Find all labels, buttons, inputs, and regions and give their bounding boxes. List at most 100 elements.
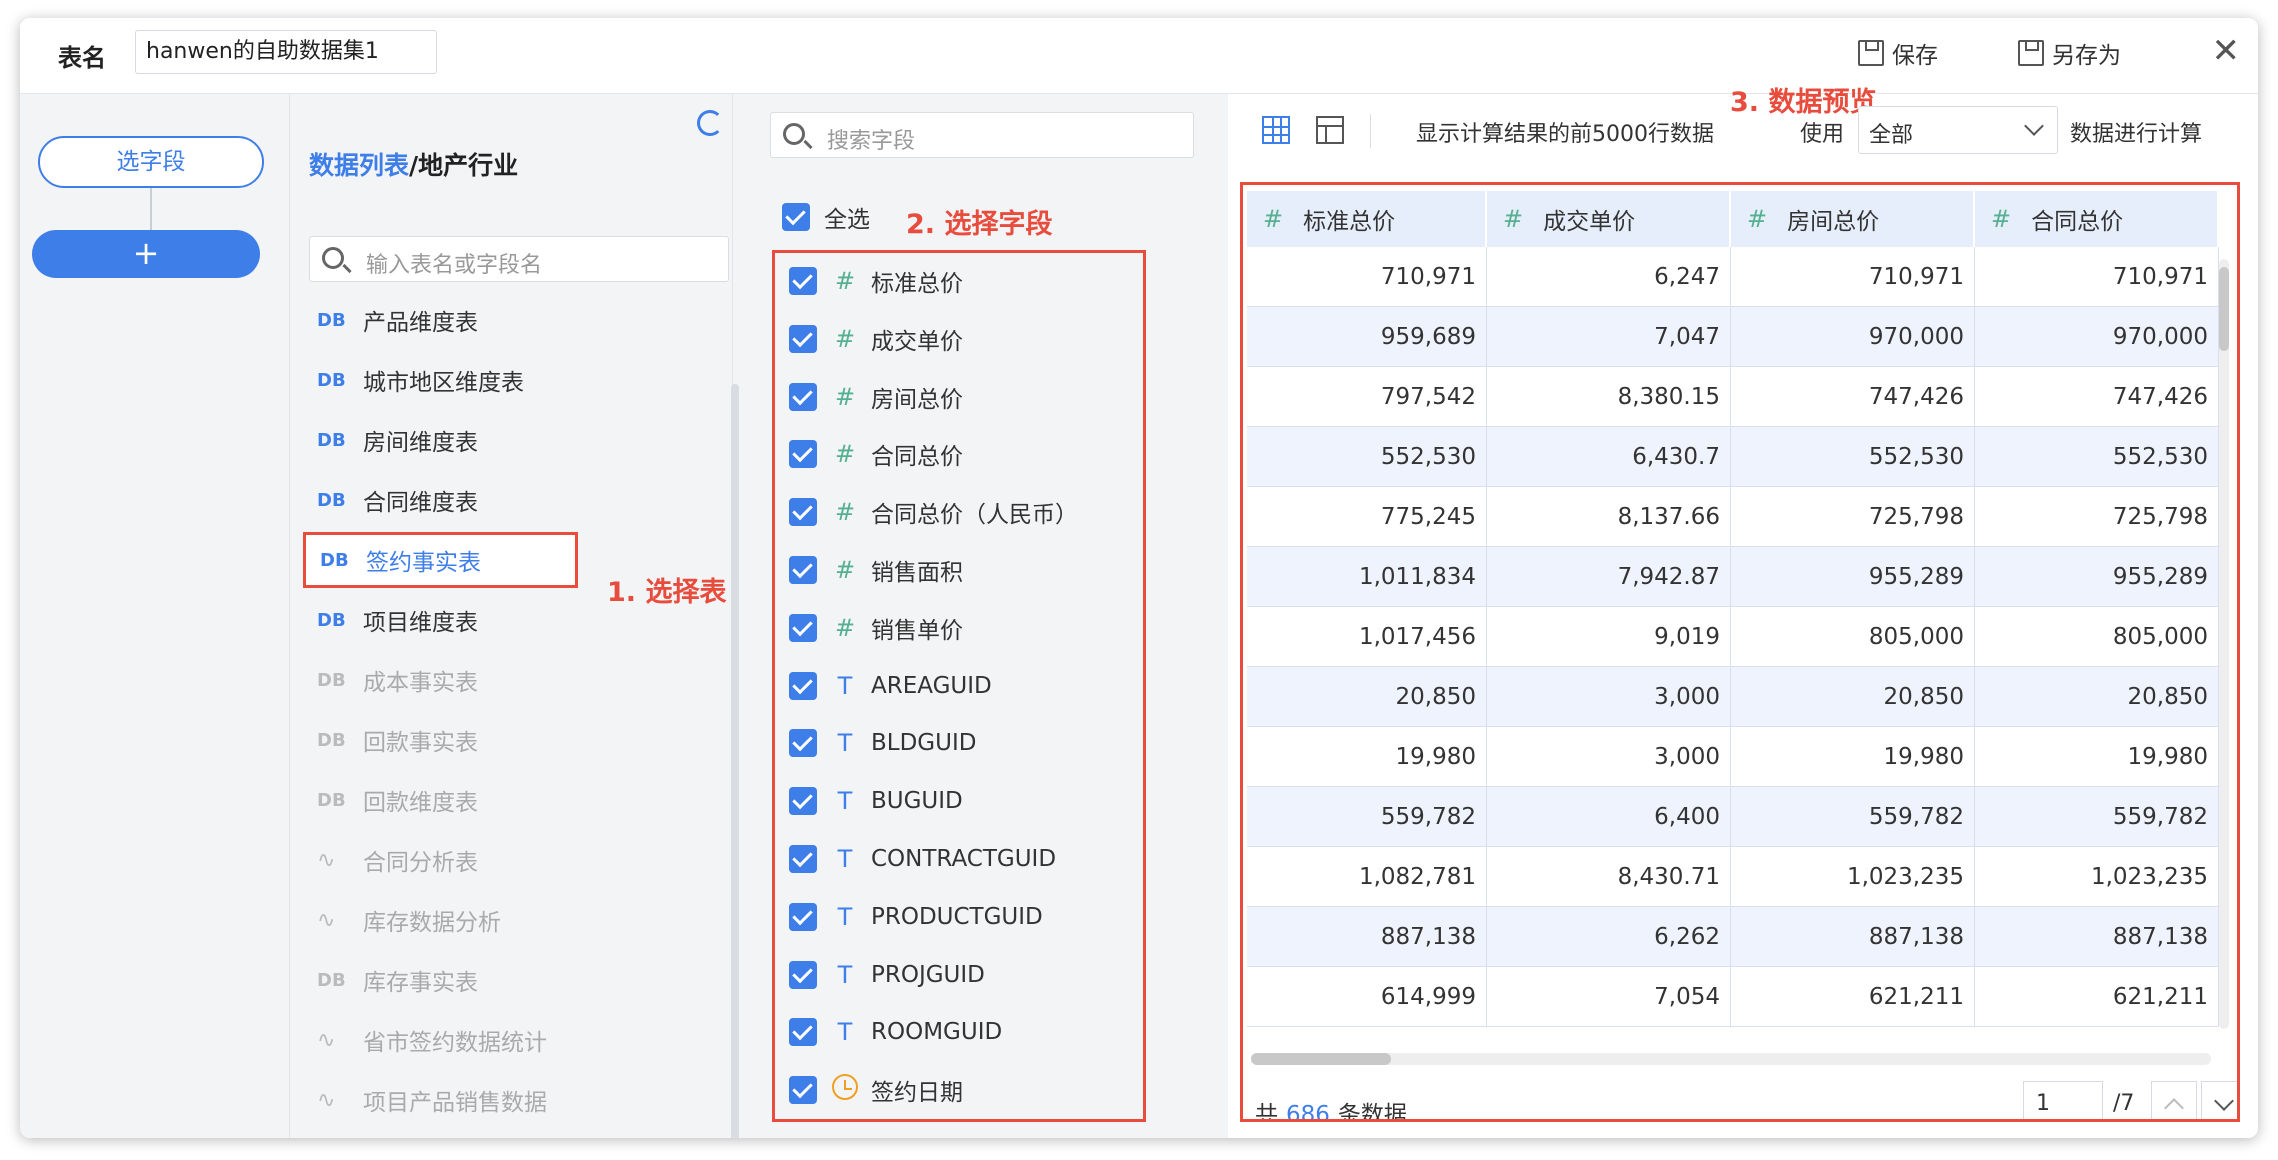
- select-all-checkbox[interactable]: 全选: [782, 200, 870, 234]
- table-item[interactable]: ∿ 合同分析表: [303, 830, 707, 890]
- table-item[interactable]: DB 城市地区维度表: [303, 350, 707, 410]
- field-label: 合同总价: [871, 444, 963, 471]
- number-type-icon: #: [834, 613, 856, 642]
- field-item[interactable]: T AREAGUID: [789, 666, 992, 706]
- field-item[interactable]: T BLDGUID: [789, 723, 976, 763]
- checkbox-checked[interactable]: [789, 1076, 817, 1105]
- database-icon: DB: [320, 549, 349, 571]
- checkbox-checked[interactable]: [789, 267, 817, 295]
- field-label: 销售单价: [871, 617, 963, 644]
- checkbox-checked[interactable]: [789, 729, 817, 758]
- add-step-button[interactable]: +: [32, 230, 260, 278]
- table-view-icon[interactable]: [1262, 116, 1290, 144]
- field-item[interactable]: # 合同总价: [789, 434, 963, 474]
- table-item[interactable]: DB 回款维度表: [303, 770, 707, 830]
- field-label: PRODUCTGUID: [871, 903, 1043, 930]
- checkbox-checked[interactable]: [789, 845, 817, 873]
- step-select-field-button[interactable]: 选字段: [38, 136, 264, 188]
- field-item[interactable]: # 合同总价（人民币）: [789, 492, 1078, 532]
- field-item[interactable]: # 成交单价: [789, 319, 963, 359]
- table-name-input[interactable]: hanwen的自助数据集1: [135, 30, 437, 74]
- checkbox-checked[interactable]: [782, 203, 810, 231]
- checkbox-checked[interactable]: [789, 1018, 817, 1047]
- next-page-button[interactable]: [2201, 1081, 2237, 1119]
- save-as-icon: [2018, 40, 2044, 66]
- number-type-icon: #: [834, 440, 856, 469]
- checkbox-checked[interactable]: [789, 556, 817, 584]
- table-item-label: 项目维度表: [363, 610, 478, 636]
- record-count-value: 686: [1286, 1102, 1330, 1122]
- column-header[interactable]: # 合同总价: [1975, 191, 2219, 247]
- close-icon[interactable]: ✕: [2212, 34, 2241, 68]
- field-item[interactable]: # 销售单价: [789, 608, 963, 648]
- calc-scope-select[interactable]: 全部: [1858, 106, 2058, 154]
- checkbox-checked[interactable]: [789, 902, 817, 931]
- column-header[interactable]: # 标准总价: [1247, 191, 1487, 247]
- checkbox-checked[interactable]: [789, 613, 817, 642]
- table-item[interactable]: DB 库存事实表: [303, 950, 707, 1010]
- toolbar-divider: [1370, 114, 1371, 148]
- tables-scrollbar[interactable]: [731, 384, 739, 1138]
- field-item[interactable]: T PRODUCTGUID: [789, 897, 1043, 937]
- checkbox-checked[interactable]: [789, 787, 817, 816]
- column-header[interactable]: # 成交单价: [1487, 191, 1731, 247]
- table-row: 19,980 3,000 19,980 19,980: [1247, 727, 2227, 787]
- table-item[interactable]: DB 回款事实表: [303, 710, 707, 770]
- preview-horizontal-scrollbar[interactable]: [1251, 1053, 2211, 1065]
- checkbox-checked[interactable]: [789, 440, 817, 469]
- number-type-icon: #: [1503, 205, 1524, 233]
- table-item[interactable]: DB 合同维度表: [303, 470, 707, 530]
- tables-title-link[interactable]: 数据列表: [309, 151, 409, 180]
- column-header[interactable]: # 房间总价: [1731, 191, 1975, 247]
- checkbox-checked[interactable]: [789, 324, 817, 353]
- field-item[interactable]: T CONTRACTGUID: [789, 839, 1056, 879]
- table-cell: 887,138: [1247, 907, 1487, 967]
- table-cell: 559,782: [1731, 787, 1975, 847]
- table-cell: 725,798: [1975, 487, 2219, 547]
- table-item[interactable]: DB 产品维度表: [303, 290, 707, 350]
- field-item[interactable]: T BUGUID: [789, 781, 963, 821]
- table-item[interactable]: DB 房间维度表: [303, 410, 707, 470]
- table-search-input[interactable]: 输入表名或字段名: [309, 236, 729, 282]
- field-item[interactable]: T PROJGUID: [789, 955, 985, 995]
- field-item[interactable]: # 房间总价: [789, 377, 963, 417]
- page-number-input[interactable]: 1: [2023, 1081, 2103, 1119]
- checkbox-checked[interactable]: [789, 382, 817, 411]
- table-cell: 19,980: [1731, 727, 1975, 787]
- field-item[interactable]: # 销售面积: [789, 550, 963, 590]
- save-button[interactable]: 保存: [1858, 36, 1938, 70]
- number-type-icon: #: [834, 382, 856, 411]
- scrollbar-thumb[interactable]: [1251, 1053, 1391, 1065]
- checkbox-checked[interactable]: [789, 671, 817, 700]
- number-type-icon: #: [834, 498, 856, 527]
- layout-view-icon[interactable]: [1316, 116, 1344, 144]
- prev-page-button[interactable]: [2151, 1081, 2197, 1119]
- table-cell: 887,138: [1731, 907, 1975, 967]
- save-as-button[interactable]: 另存为: [2018, 36, 2121, 70]
- table-item[interactable]: DB 签约事实表: [303, 532, 578, 588]
- table-item[interactable]: ∿ 省市签约数据统计: [303, 1010, 707, 1070]
- field-item[interactable]: 签约日期: [789, 1070, 963, 1110]
- checkbox-checked[interactable]: [789, 960, 817, 989]
- table-item[interactable]: DB 成本事实表: [303, 650, 707, 710]
- analysis-link-icon: ∿: [317, 847, 336, 873]
- field-item[interactable]: T ROOMGUID: [789, 1012, 1002, 1052]
- refresh-icon[interactable]: [697, 110, 723, 136]
- text-type-icon: T: [837, 960, 853, 989]
- table-item[interactable]: ∿ 项目产品销售数据: [303, 1070, 707, 1130]
- number-type-icon: #: [834, 267, 856, 295]
- table-item[interactable]: ∿ 库存数据分析: [303, 890, 707, 950]
- preview-vertical-scrollbar[interactable]: [2219, 259, 2229, 1029]
- field-label: 标准总价: [871, 271, 963, 297]
- table-cell: 1,082,781: [1247, 847, 1487, 907]
- field-search-placeholder: 搜索字段: [827, 129, 916, 154]
- table-item-label: 合同分析表: [363, 850, 478, 876]
- scrollbar-thumb[interactable]: [2219, 267, 2229, 351]
- database-icon: DB: [317, 669, 346, 691]
- number-type-icon: #: [1747, 205, 1768, 233]
- table-cell: 747,426: [1731, 367, 1975, 427]
- field-search-input[interactable]: 搜索字段: [770, 112, 1194, 158]
- field-item[interactable]: # 标准总价: [789, 261, 963, 301]
- checkbox-checked[interactable]: [789, 498, 817, 527]
- field-label: 成交单价: [871, 328, 963, 355]
